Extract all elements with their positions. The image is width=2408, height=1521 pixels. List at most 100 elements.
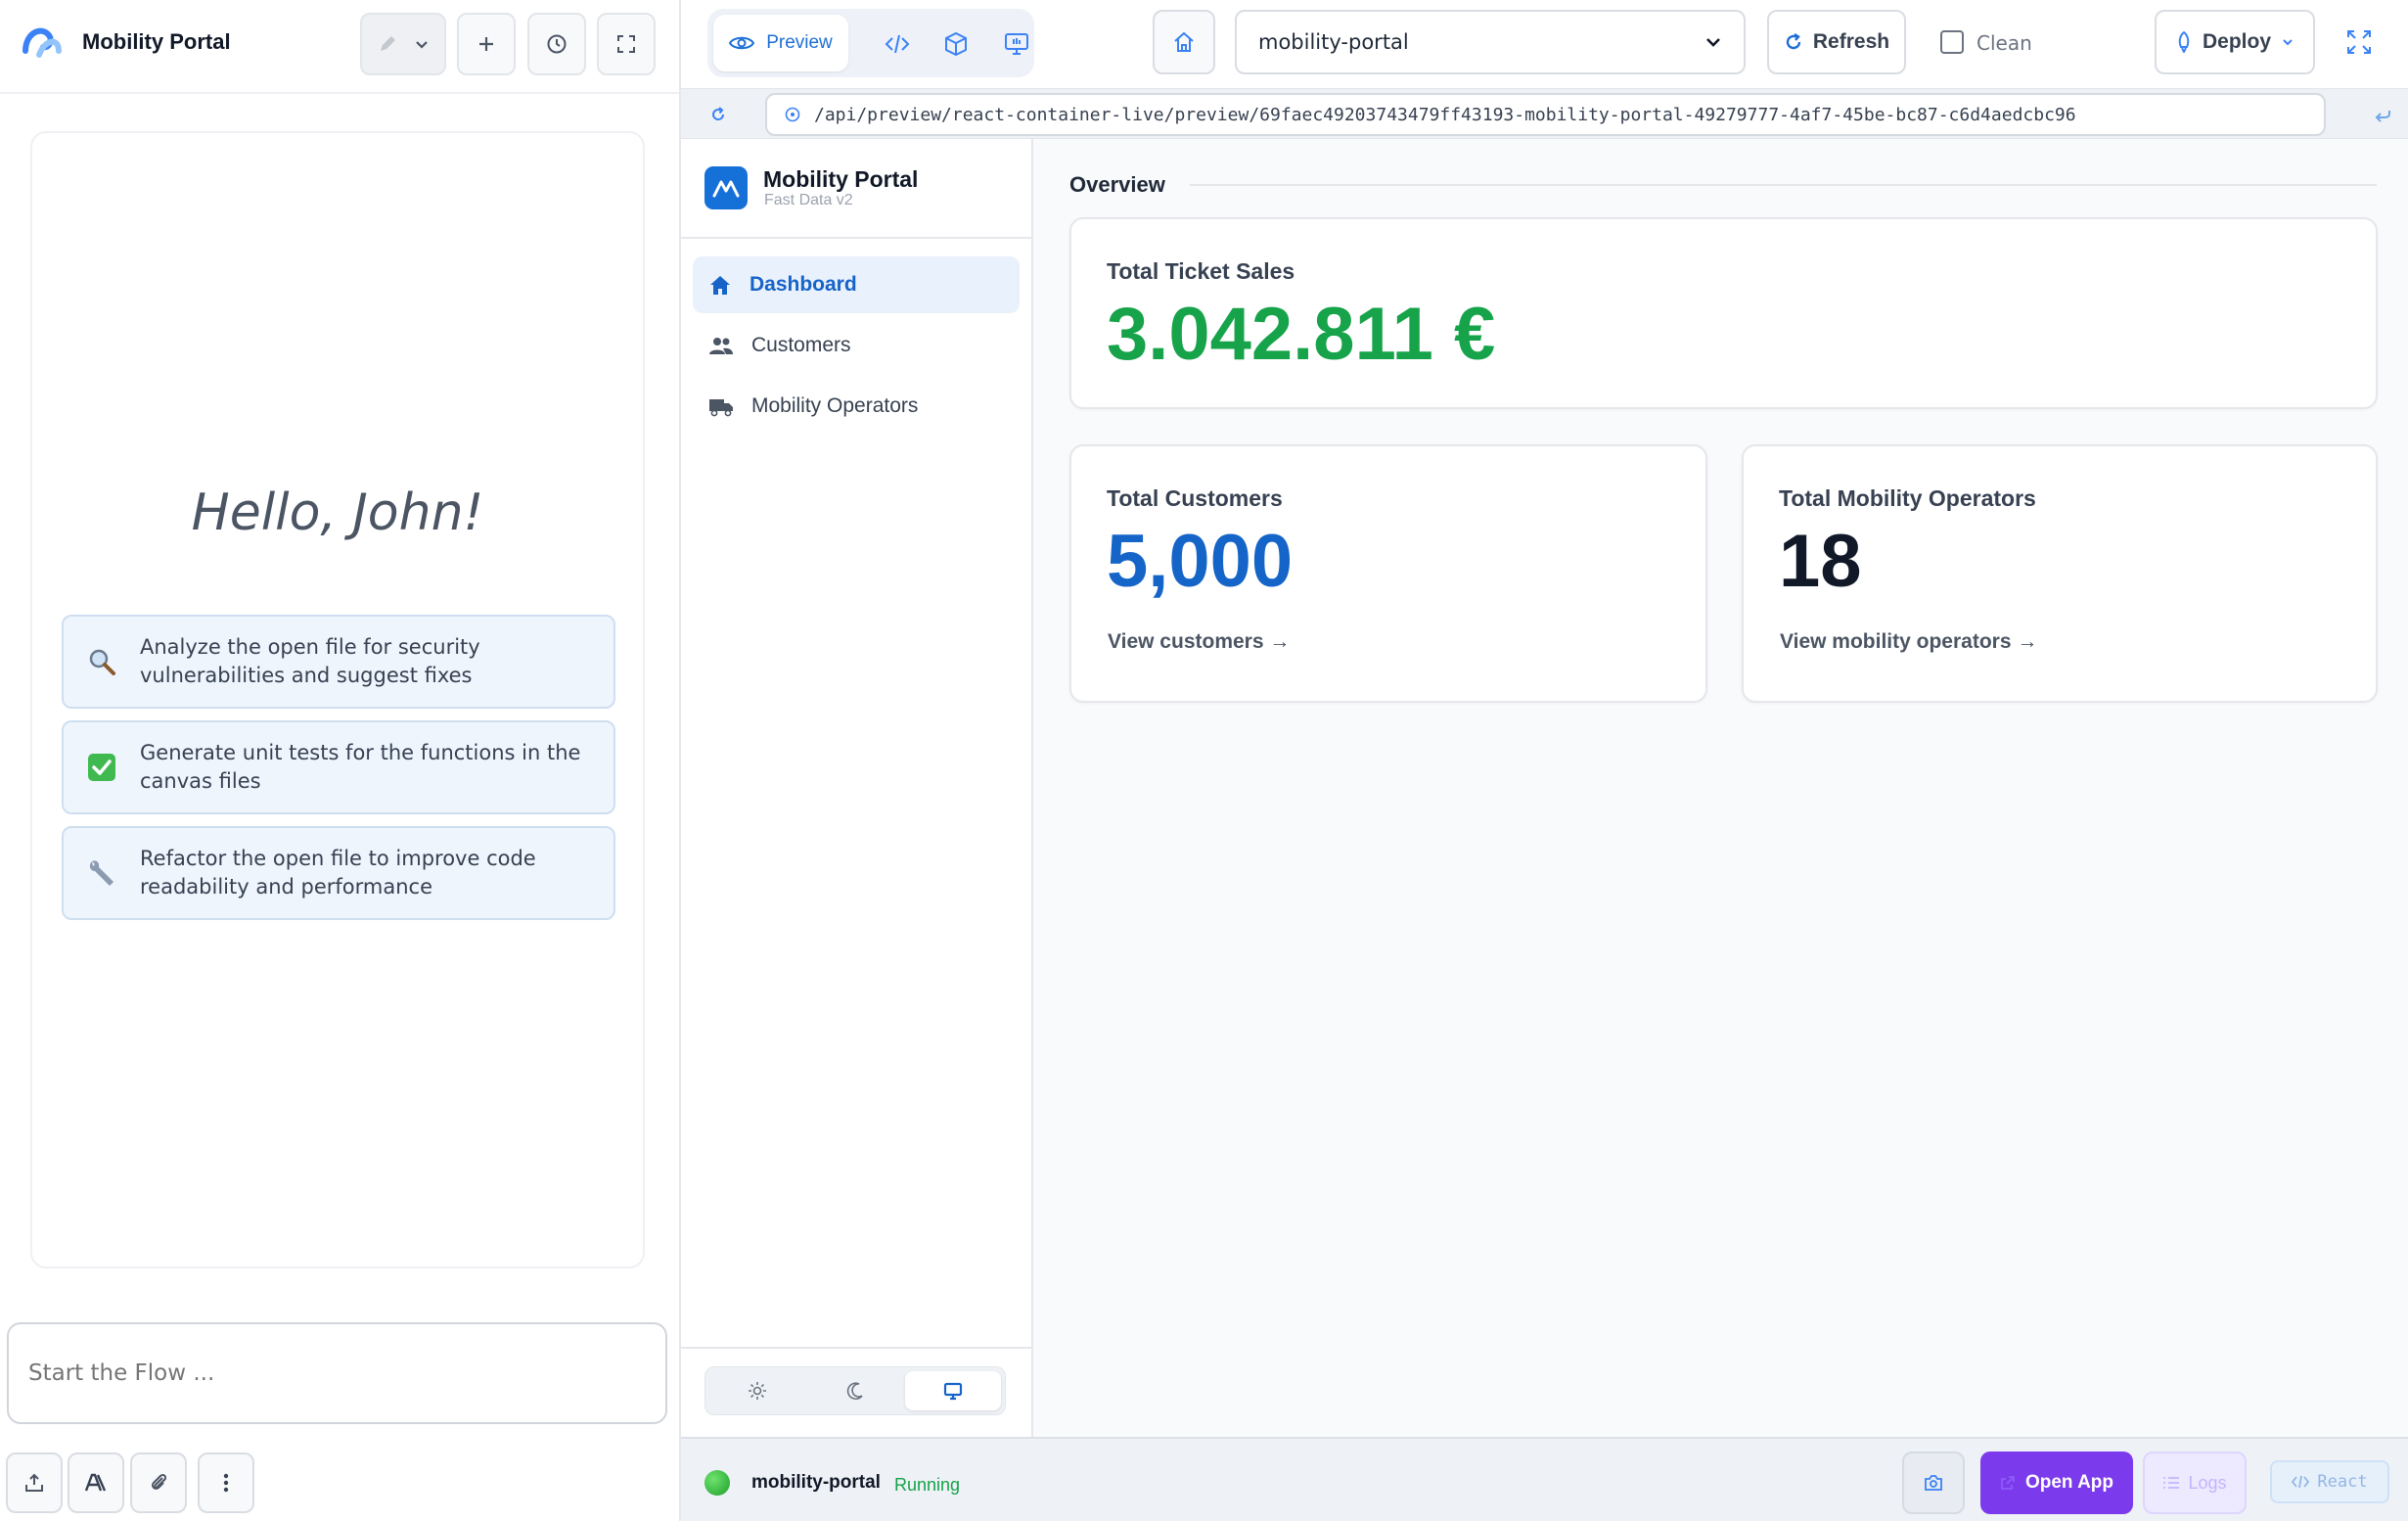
attach-button[interactable]	[130, 1452, 187, 1513]
url-text: /api/preview/react-container-live/previe…	[814, 104, 2076, 125]
framework-badge[interactable]: React	[2270, 1460, 2389, 1503]
card-label: Total Ticket Sales	[1107, 258, 1295, 284]
sidebar-item-label: Mobility Operators	[751, 394, 919, 417]
suggestion-unit-tests[interactable]: Generate unit tests for the functions in…	[62, 720, 615, 814]
chevron-down-icon	[1704, 33, 1722, 51]
logs-label: Logs	[2188, 1472, 2227, 1493]
paperclip-icon	[148, 1472, 169, 1494]
ticket-sales-value: 3.042.811 €	[1107, 293, 1496, 376]
ticket-sales-card: Total Ticket Sales 3.042.811 €	[1069, 217, 2378, 409]
checkmark-icon	[64, 752, 140, 783]
history-button[interactable]	[527, 13, 586, 75]
tab-preview-label: Preview	[766, 32, 833, 53]
project-select-value: mobility-portal	[1258, 30, 1409, 54]
camera-icon	[1924, 1474, 1943, 1492]
sidebar-item-dashboard[interactable]: Dashboard	[693, 256, 1020, 313]
back-button[interactable]	[2372, 103, 2395, 126]
project-select[interactable]: mobility-portal	[1235, 10, 1746, 74]
return-icon	[2372, 103, 2395, 126]
more-options-button[interactable]	[198, 1452, 254, 1513]
code-icon[interactable]	[884, 30, 911, 58]
screenshot-button[interactable]	[1902, 1452, 1965, 1514]
fullscreen-button[interactable]	[2344, 27, 2374, 57]
url-field[interactable]: /api/preview/react-container-live/previe…	[765, 93, 2326, 136]
moon-icon	[845, 1381, 865, 1401]
chat-input[interactable]	[7, 1322, 667, 1424]
card-label: Total Customers	[1107, 485, 1283, 511]
view-customers-link[interactable]: View customers →	[1108, 630, 1290, 654]
refresh-icon	[1784, 32, 1803, 52]
sidebar-item-label: Dashboard	[750, 273, 857, 296]
container-name: mobility-portal	[751, 1472, 881, 1493]
magnifier-icon	[64, 646, 140, 677]
home-icon	[1172, 30, 1196, 54]
sun-icon	[748, 1381, 767, 1401]
monitor-icon	[943, 1381, 963, 1401]
users-icon	[708, 335, 734, 356]
sidebar-item-label: Customers	[751, 334, 851, 356]
code-icon	[2292, 1474, 2310, 1490]
chat-welcome-card: Hello, John! Analyze the open file for s…	[30, 131, 645, 1268]
app-logo-icon	[20, 20, 63, 63]
rocket-icon	[2175, 31, 2193, 53]
pen-icon	[377, 33, 398, 55]
suggestion-text: Refactor the open file to improve code r…	[140, 847, 536, 899]
chevron-down-icon	[414, 36, 430, 52]
deploy-label: Deploy	[2202, 30, 2271, 53]
section-divider	[1190, 184, 2377, 186]
open-app-button[interactable]: Open App	[1980, 1452, 2133, 1514]
theme-switcher	[704, 1366, 1006, 1415]
view-toggle: Preview	[707, 9, 1034, 77]
clock-icon	[546, 33, 568, 55]
framework-label: React	[2317, 1472, 2368, 1492]
view-operators-link[interactable]: View mobility operators →	[1780, 630, 2037, 654]
sidebar-item-mobility-operators[interactable]: Mobility Operators	[693, 378, 1020, 435]
operators-value: 18	[1779, 520, 1862, 603]
chevron-down-icon	[2281, 35, 2294, 49]
sidebar-divider	[681, 1347, 1031, 1349]
refresh-button[interactable]: Refresh	[1767, 10, 1906, 74]
preview-frame: Mobility Portal Fast Data v2 Dashboard C…	[681, 139, 2408, 1437]
app-title: Mobility Portal	[82, 29, 231, 54]
clean-checkbox[interactable]	[1940, 30, 1964, 54]
address-bar: /api/preview/react-container-live/previe…	[681, 88, 2408, 139]
deploy-button[interactable]: Deploy	[2155, 10, 2315, 74]
external-link-icon	[2000, 1475, 2016, 1491]
model-select-button[interactable]	[68, 1452, 124, 1513]
theme-system-button[interactable]	[905, 1371, 1001, 1410]
home-button[interactable]	[1153, 10, 1215, 74]
mode-dropdown-button[interactable]	[360, 13, 446, 75]
new-chat-button[interactable]	[457, 13, 516, 75]
brand-name: Mobility Portal	[763, 166, 919, 192]
sidebar-item-customers[interactable]: Customers	[693, 317, 1020, 374]
expand-button[interactable]	[597, 13, 656, 75]
suggestion-security[interactable]: Analyze the open file for security vulne…	[62, 615, 615, 709]
upload-button[interactable]	[6, 1452, 63, 1513]
open-app-label: Open App	[2024, 1472, 2114, 1493]
suggestion-refactor[interactable]: Refactor the open file to improve code r…	[62, 826, 615, 920]
refresh-label: Refresh	[1812, 30, 1890, 53]
truck-icon	[708, 395, 734, 417]
operators-card: Total Mobility Operators 18 View mobilit…	[1742, 444, 2378, 703]
wrench-icon	[64, 857, 140, 889]
logs-button[interactable]: Logs	[2143, 1452, 2247, 1514]
theme-light-button[interactable]	[709, 1371, 805, 1410]
app-sidebar: Mobility Portal Fast Data v2 Dashboard C…	[681, 139, 1033, 1437]
fullscreen-icon	[2344, 27, 2374, 57]
suggestion-text: Generate unit tests for the functions in…	[140, 741, 581, 793]
globe-icon	[785, 107, 800, 122]
greeting-text: Hello, John!	[191, 484, 484, 542]
monitor-icon[interactable]	[1003, 30, 1030, 58]
package-icon[interactable]	[942, 30, 970, 58]
reload-icon	[706, 103, 730, 126]
home-icon	[708, 274, 732, 296]
card-label: Total Mobility Operators	[1779, 485, 2036, 511]
theme-dark-button[interactable]	[807, 1371, 903, 1410]
reload-button[interactable]	[706, 103, 730, 126]
upload-icon	[23, 1472, 45, 1494]
brand: Mobility Portal Fast Data v2	[681, 139, 1031, 239]
list-icon	[2162, 1475, 2180, 1491]
tab-preview[interactable]: Preview	[713, 15, 848, 71]
expand-icon	[615, 33, 637, 55]
anthropic-icon	[84, 1472, 108, 1494]
